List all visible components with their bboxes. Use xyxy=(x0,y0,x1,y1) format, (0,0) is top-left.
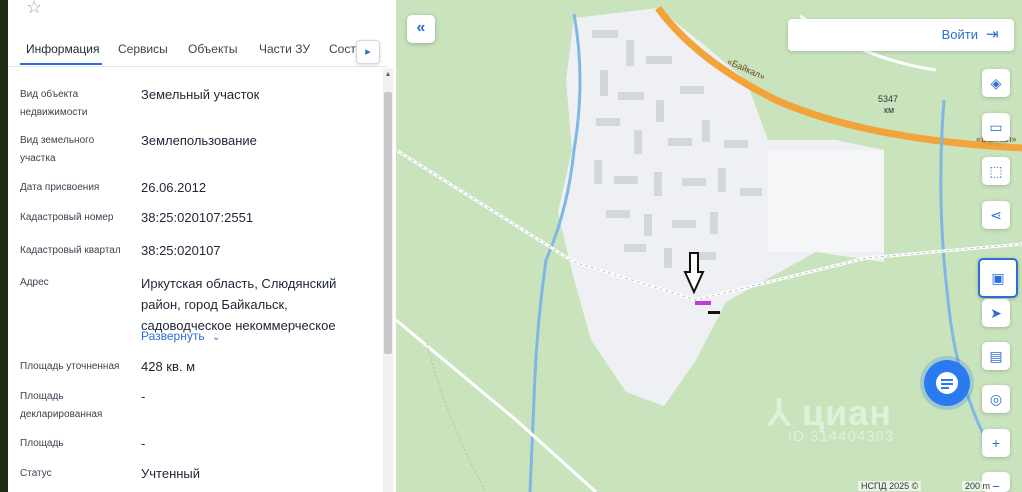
forest-road xyxy=(396,318,598,492)
map-attribution[interactable]: НСПД 2025 © xyxy=(858,481,922,491)
chevron-down-icon: ⌄ xyxy=(211,332,221,343)
tab-objects[interactable]: Объекты xyxy=(188,42,238,56)
share-icon: ⋖ xyxy=(990,207,1002,223)
app-frame: ☆ Информация Сервисы Объекты Части ЗУ Со… xyxy=(8,0,1022,492)
cian-logo-icon: ⅄ xyxy=(768,392,802,433)
chat-icon xyxy=(936,372,958,394)
scroll-up-icon[interactable]: ▲ xyxy=(383,68,393,82)
layers-icon: ◈ xyxy=(990,75,1002,91)
pin-button[interactable]: ◎ xyxy=(982,385,1010,413)
chat-button[interactable] xyxy=(924,360,970,406)
km-marker-unit: км xyxy=(884,105,895,115)
select-area-button[interactable]: ⬚ xyxy=(982,157,1010,185)
locate-icon: ➤ xyxy=(990,305,1002,321)
active-tab-indicator xyxy=(20,63,102,65)
collapse-panel-button[interactable]: « xyxy=(407,15,435,43)
panel-toggle-button[interactable]: ▤ xyxy=(982,342,1010,370)
tab-composition[interactable]: Сост xyxy=(329,42,356,56)
row-value: Землепользование xyxy=(141,133,257,148)
tab-information[interactable]: Информация xyxy=(26,42,99,56)
zoom-in-icon: + xyxy=(991,435,1001,451)
row-label: Кадастровый квартал xyxy=(20,245,121,256)
chevron-right-icon: ▸ xyxy=(365,46,371,58)
km-marker-label: 5347 xyxy=(878,94,899,104)
login-label: Войти xyxy=(941,27,978,42)
row-label: Площадь xyxy=(20,438,64,449)
industrial-zone xyxy=(768,150,884,252)
select-area-icon: ⬚ xyxy=(989,163,1003,179)
panel-icon: ▤ xyxy=(989,348,1003,364)
scroll-thumb[interactable] xyxy=(384,92,392,354)
map-scale: 200 m xyxy=(962,481,994,491)
tab-bar: Информация Сервисы Объекты Части ЗУ Сост xyxy=(8,32,388,67)
address-value: Иркутская область, Слюдянский район, гор… xyxy=(141,276,337,333)
row-label: Статус xyxy=(20,468,52,479)
cadastre-icon: ▣ xyxy=(991,270,1005,286)
row-label: Дата присвоения xyxy=(20,182,100,193)
cadastral-quarter: 38:25:020107 xyxy=(141,243,221,258)
map-canvas xyxy=(396,5,1022,492)
row-value: - xyxy=(141,436,146,451)
info-panel: ☆ Информация Сервисы Объекты Части ЗУ Со… xyxy=(8,0,396,492)
share-button[interactable]: ⋖ xyxy=(982,201,1010,229)
zoom-in-button[interactable]: + xyxy=(982,429,1010,457)
favorite-star-icon[interactable]: ☆ xyxy=(26,0,46,18)
row-value: - xyxy=(141,389,146,404)
row-label: Адрес xyxy=(20,277,49,288)
row-label: Вид объекта недвижимости xyxy=(20,89,88,118)
tab-land-parts[interactable]: Части ЗУ xyxy=(259,42,310,56)
ruler-button[interactable]: ▭ xyxy=(982,113,1010,141)
row-label: Площадь декларированная xyxy=(20,391,103,420)
pin-icon: ◎ xyxy=(989,391,1003,407)
area-value: 428 кв. м xyxy=(141,359,196,374)
expand-address-link[interactable]: Развернуть ⌄ xyxy=(141,329,220,343)
parcel-mark xyxy=(708,311,720,314)
cadastre-button[interactable]: ▣ xyxy=(978,258,1018,298)
layers-button[interactable]: ◈ xyxy=(982,69,1010,97)
row-value: 26.06.2012 xyxy=(141,180,207,195)
watermark-text: циан xyxy=(802,392,893,433)
watermark-id: ID 314404393 xyxy=(788,428,895,445)
cadastral-number: 38:25:020107:2551 xyxy=(141,210,254,225)
login-icon: ⇥ xyxy=(986,26,999,43)
panel-scrollbar[interactable]: ▲ xyxy=(383,68,393,492)
zoom-out-icon: − xyxy=(991,478,1001,492)
tab-scroll-button[interactable]: ▸ xyxy=(356,40,380,64)
ruler-icon: ▭ xyxy=(989,119,1003,135)
double-chevron-left-icon: « xyxy=(416,19,426,36)
trail xyxy=(425,339,487,492)
row-label: Кадастровый номер xyxy=(20,212,114,223)
row-label: Вид земельного участка xyxy=(20,135,95,164)
row-label: Площадь уточненная xyxy=(20,361,120,372)
parcel-highlight[interactable] xyxy=(695,301,711,305)
status-value: Учтенный xyxy=(141,466,201,481)
locate-button[interactable]: ➤ xyxy=(982,299,1010,327)
expand-label: Развернуть xyxy=(141,329,205,343)
login-button[interactable]: Войти ⇥ xyxy=(788,19,1014,51)
row-value: Земельный участок xyxy=(141,87,260,102)
tab-services[interactable]: Сервисы xyxy=(118,42,168,56)
map-view[interactable]: «Байкал» «Байкал» 5347 км « Войти ⇥ ◈ ▭ … xyxy=(396,0,1022,492)
